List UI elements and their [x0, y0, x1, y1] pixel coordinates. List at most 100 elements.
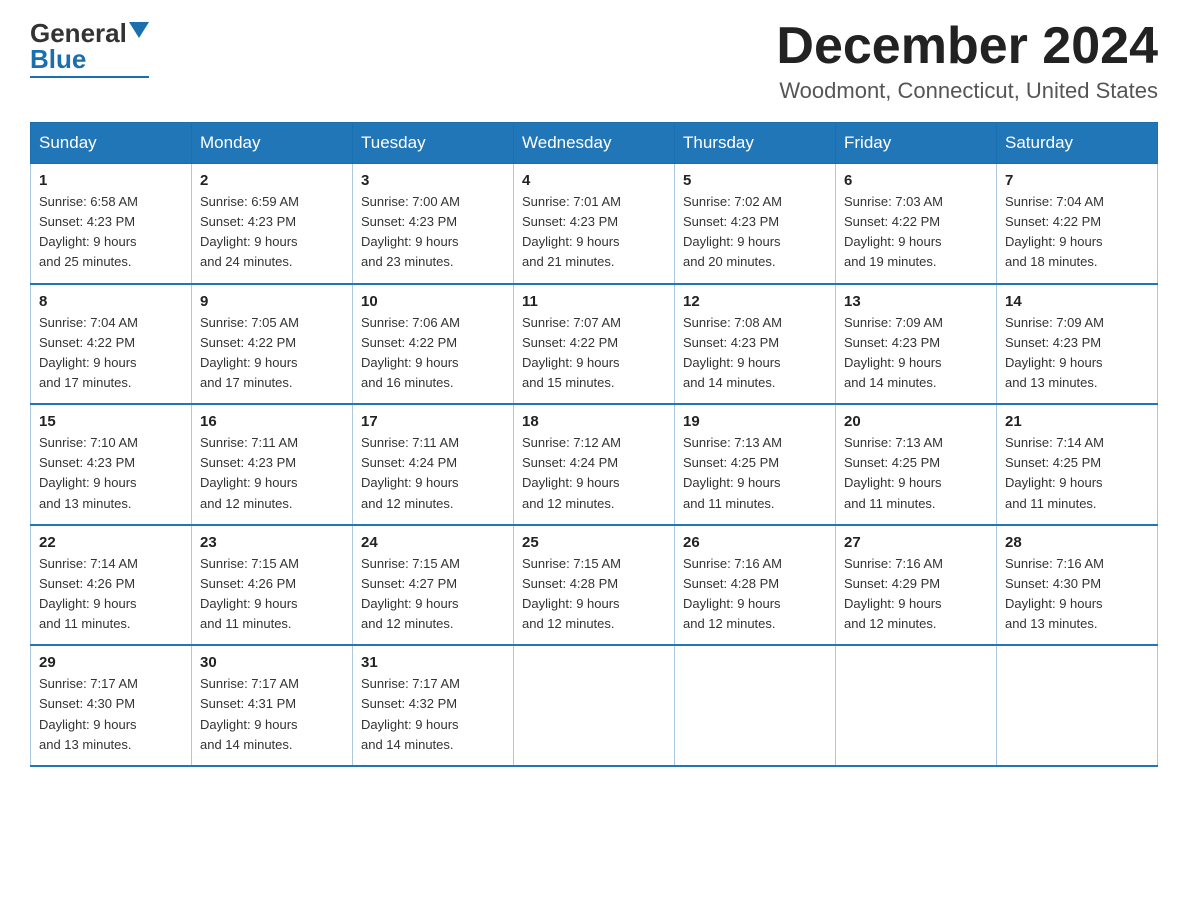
calendar-cell: 18Sunrise: 7:12 AMSunset: 4:24 PMDayligh…	[514, 404, 675, 525]
day-number: 17	[361, 413, 505, 430]
week-row-1: 1 Sunrise: 6:58 AMSunset: 4:23 PMDaylight…	[31, 164, 1158, 284]
day-info: Sunrise: 7:06 AMSunset: 4:22 PMDaylight:…	[361, 313, 505, 394]
day-info: Sunrise: 7:17 AMSunset: 4:30 PMDaylight:…	[39, 674, 183, 755]
day-info: Sunrise: 7:05 AMSunset: 4:22 PMDaylight:…	[200, 313, 344, 394]
day-info: Sunrise: 7:11 AMSunset: 4:24 PMDaylight:…	[361, 433, 505, 514]
weekday-header-tuesday: Tuesday	[353, 123, 514, 164]
day-number: 8	[39, 293, 183, 310]
day-number: 7	[1005, 172, 1149, 189]
day-info: Sunrise: 7:08 AMSunset: 4:23 PMDaylight:…	[683, 313, 827, 394]
day-info: Sunrise: 7:17 AMSunset: 4:32 PMDaylight:…	[361, 674, 505, 755]
day-number: 26	[683, 534, 827, 551]
day-number: 11	[522, 293, 666, 310]
calendar-cell: 19 Sunrise: 7:13 AMSunset: 4:25 PMDayligh…	[675, 404, 836, 525]
logo-divider	[30, 76, 149, 78]
day-info: Sunrise: 7:11 AMSunset: 4:23 PMDaylight:…	[200, 433, 344, 514]
calendar-cell: 31Sunrise: 7:17 AMSunset: 4:32 PMDayligh…	[353, 645, 514, 766]
day-info: Sunrise: 7:04 AMSunset: 4:22 PMDaylight:…	[1005, 192, 1149, 273]
calendar-cell: 16Sunrise: 7:11 AMSunset: 4:23 PMDayligh…	[192, 404, 353, 525]
calendar-cell: 13 Sunrise: 7:09 AMSunset: 4:23 PMDayligh…	[836, 284, 997, 405]
day-number: 1	[39, 172, 183, 189]
calendar-cell	[836, 645, 997, 766]
day-info: Sunrise: 7:13 AMSunset: 4:25 PMDaylight:…	[683, 433, 827, 514]
day-number: 5	[683, 172, 827, 189]
day-info: Sunrise: 7:09 AMSunset: 4:23 PMDaylight:…	[844, 313, 988, 394]
month-title: December 2024	[776, 20, 1158, 72]
day-info: Sunrise: 7:15 AMSunset: 4:27 PMDaylight:…	[361, 554, 505, 635]
day-number: 25	[522, 534, 666, 551]
day-number: 20	[844, 413, 988, 430]
day-number: 29	[39, 654, 183, 671]
week-row-5: 29 Sunrise: 7:17 AMSunset: 4:30 PMDayligh…	[31, 645, 1158, 766]
logo-general-text: General	[30, 20, 127, 46]
day-info: Sunrise: 7:17 AMSunset: 4:31 PMDaylight:…	[200, 674, 344, 755]
calendar-cell: 1 Sunrise: 6:58 AMSunset: 4:23 PMDaylight…	[31, 164, 192, 284]
day-number: 24	[361, 534, 505, 551]
calendar-cell: 2Sunrise: 6:59 AMSunset: 4:23 PMDaylight…	[192, 164, 353, 284]
day-info: Sunrise: 7:07 AMSunset: 4:22 PMDaylight:…	[522, 313, 666, 394]
day-number: 19	[683, 413, 827, 430]
calendar-cell: 9 Sunrise: 7:05 AMSunset: 4:22 PMDaylight…	[192, 284, 353, 405]
day-info: Sunrise: 7:13 AMSunset: 4:25 PMDaylight:…	[844, 433, 988, 514]
day-number: 18	[522, 413, 666, 430]
week-row-4: 22Sunrise: 7:14 AMSunset: 4:26 PMDayligh…	[31, 525, 1158, 646]
day-info: Sunrise: 7:09 AMSunset: 4:23 PMDaylight:…	[1005, 313, 1149, 394]
calendar-cell: 4 Sunrise: 7:01 AMSunset: 4:23 PMDaylight…	[514, 164, 675, 284]
day-number: 12	[683, 293, 827, 310]
location-title: Woodmont, Connecticut, United States	[776, 78, 1158, 104]
day-number: 30	[200, 654, 344, 671]
day-number: 13	[844, 293, 988, 310]
calendar-cell: 3Sunrise: 7:00 AMSunset: 4:23 PMDaylight…	[353, 164, 514, 284]
calendar-cell: 22Sunrise: 7:14 AMSunset: 4:26 PMDayligh…	[31, 525, 192, 646]
calendar-cell: 21 Sunrise: 7:14 AMSunset: 4:25 PMDayligh…	[997, 404, 1158, 525]
calendar-cell: 26 Sunrise: 7:16 AMSunset: 4:28 PMDayligh…	[675, 525, 836, 646]
calendar-cell: 17 Sunrise: 7:11 AMSunset: 4:24 PMDayligh…	[353, 404, 514, 525]
weekday-header-monday: Monday	[192, 123, 353, 164]
calendar-cell: 15Sunrise: 7:10 AMSunset: 4:23 PMDayligh…	[31, 404, 192, 525]
weekday-header-row: SundayMondayTuesdayWednesdayThursdayFrid…	[31, 123, 1158, 164]
weekday-header-wednesday: Wednesday	[514, 123, 675, 164]
day-info: Sunrise: 7:16 AMSunset: 4:30 PMDaylight:…	[1005, 554, 1149, 635]
day-info: Sunrise: 7:15 AMSunset: 4:26 PMDaylight:…	[200, 554, 344, 635]
day-number: 23	[200, 534, 344, 551]
calendar-cell: 12 Sunrise: 7:08 AMSunset: 4:23 PMDayligh…	[675, 284, 836, 405]
day-info: Sunrise: 7:16 AMSunset: 4:28 PMDaylight:…	[683, 554, 827, 635]
day-number: 9	[200, 293, 344, 310]
day-number: 10	[361, 293, 505, 310]
weekday-header-thursday: Thursday	[675, 123, 836, 164]
calendar-cell: 7 Sunrise: 7:04 AMSunset: 4:22 PMDaylight…	[997, 164, 1158, 284]
logo-triangle-icon	[129, 22, 149, 38]
calendar-cell: 28 Sunrise: 7:16 AMSunset: 4:30 PMDayligh…	[997, 525, 1158, 646]
calendar-table: SundayMondayTuesdayWednesdayThursdayFrid…	[30, 122, 1158, 767]
day-number: 15	[39, 413, 183, 430]
calendar-cell: 8 Sunrise: 7:04 AMSunset: 4:22 PMDaylight…	[31, 284, 192, 405]
calendar-cell: 6 Sunrise: 7:03 AMSunset: 4:22 PMDaylight…	[836, 164, 997, 284]
day-info: Sunrise: 7:03 AMSunset: 4:22 PMDaylight:…	[844, 192, 988, 273]
calendar-cell: 5 Sunrise: 7:02 AMSunset: 4:23 PMDaylight…	[675, 164, 836, 284]
calendar-cell: 27Sunrise: 7:16 AMSunset: 4:29 PMDayligh…	[836, 525, 997, 646]
day-info: Sunrise: 7:15 AMSunset: 4:28 PMDaylight:…	[522, 554, 666, 635]
day-info: Sunrise: 7:02 AMSunset: 4:23 PMDaylight:…	[683, 192, 827, 273]
day-info: Sunrise: 7:04 AMSunset: 4:22 PMDaylight:…	[39, 313, 183, 394]
calendar-cell: 14Sunrise: 7:09 AMSunset: 4:23 PMDayligh…	[997, 284, 1158, 405]
day-number: 22	[39, 534, 183, 551]
day-info: Sunrise: 6:58 AMSunset: 4:23 PMDaylight:…	[39, 192, 183, 273]
day-number: 27	[844, 534, 988, 551]
calendar-cell: 30 Sunrise: 7:17 AMSunset: 4:31 PMDayligh…	[192, 645, 353, 766]
calendar-cell: 25 Sunrise: 7:15 AMSunset: 4:28 PMDayligh…	[514, 525, 675, 646]
calendar-cell: 20 Sunrise: 7:13 AMSunset: 4:25 PMDayligh…	[836, 404, 997, 525]
title-area: December 2024 Woodmont, Connecticut, Uni…	[776, 20, 1158, 104]
day-info: Sunrise: 7:01 AMSunset: 4:23 PMDaylight:…	[522, 192, 666, 273]
day-number: 21	[1005, 413, 1149, 430]
day-info: Sunrise: 7:14 AMSunset: 4:25 PMDaylight:…	[1005, 433, 1149, 514]
weekday-header-friday: Friday	[836, 123, 997, 164]
calendar-cell	[675, 645, 836, 766]
calendar-cell: 11 Sunrise: 7:07 AMSunset: 4:22 PMDayligh…	[514, 284, 675, 405]
day-number: 6	[844, 172, 988, 189]
calendar-cell: 29 Sunrise: 7:17 AMSunset: 4:30 PMDayligh…	[31, 645, 192, 766]
day-number: 4	[522, 172, 666, 189]
day-number: 3	[361, 172, 505, 189]
calendar-cell: 23 Sunrise: 7:15 AMSunset: 4:26 PMDayligh…	[192, 525, 353, 646]
day-number: 2	[200, 172, 344, 189]
day-number: 28	[1005, 534, 1149, 551]
